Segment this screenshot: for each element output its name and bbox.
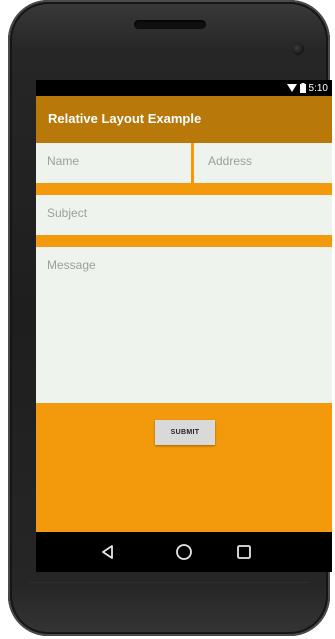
recents-button[interactable]	[232, 540, 256, 564]
name-placeholder: Name	[47, 154, 80, 168]
name-field[interactable]: Name	[36, 143, 191, 183]
address-placeholder: Address	[208, 154, 253, 168]
device-screen: 5:10 Relative Layout Example Name Addres…	[36, 80, 332, 572]
bottom-bezel	[28, 582, 310, 583]
earpiece-speaker	[134, 20, 206, 29]
subject-field[interactable]: Subject	[36, 195, 332, 235]
app-bar: Relative Layout Example	[36, 96, 332, 143]
wifi-icon	[286, 84, 297, 92]
back-button[interactable]	[96, 540, 120, 564]
battery-icon	[299, 83, 306, 93]
status-icons: 5:10	[286, 81, 328, 95]
navigation-bar	[36, 532, 332, 572]
home-icon	[176, 544, 192, 560]
status-bar: 5:10	[36, 80, 332, 96]
front-camera	[292, 43, 304, 55]
back-icon	[102, 545, 113, 559]
app-title: Relative Layout Example	[48, 111, 202, 126]
address-field[interactable]: Address	[194, 143, 332, 183]
submit-label: SUBMIT	[170, 429, 200, 436]
message-field[interactable]: Message	[36, 247, 332, 403]
submit-button[interactable]: SUBMIT	[155, 420, 215, 445]
home-button[interactable]	[172, 540, 196, 564]
phone-frame: 5:10 Relative Layout Example Name Addres…	[8, 0, 332, 636]
recents-icon	[237, 545, 251, 559]
subject-placeholder: Subject	[47, 206, 88, 220]
message-placeholder: Message	[47, 258, 96, 272]
status-time: 5:10	[308, 82, 328, 94]
